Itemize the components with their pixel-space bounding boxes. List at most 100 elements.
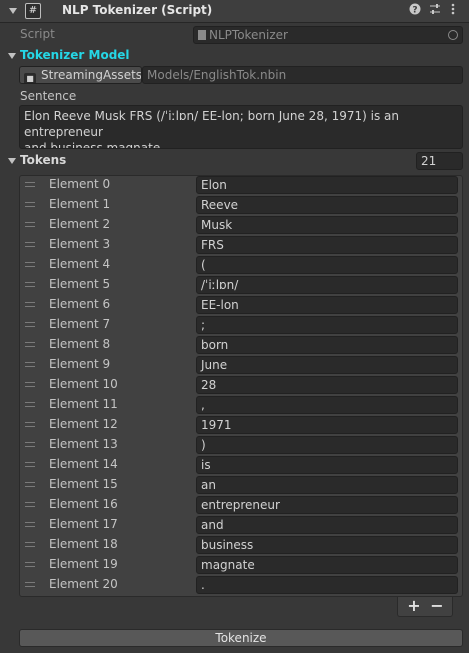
drag-handle-icon[interactable] (25, 402, 35, 407)
element-value-field[interactable]: Reeve (196, 196, 458, 214)
element-label: Element 7 (49, 317, 111, 331)
folder-button-label: StreamingAssets/ (41, 68, 142, 82)
element-label: Element 12 (49, 417, 118, 431)
tokenize-button[interactable]: Tokenize (19, 629, 463, 647)
settings-sliders-icon[interactable] (428, 3, 442, 17)
tokens-label: Tokens (20, 153, 67, 167)
token-row: Element 15 an (20, 475, 462, 495)
token-row: Element 6 EE-lon (20, 295, 462, 315)
drag-handle-icon[interactable] (25, 562, 35, 567)
element-value-field[interactable]: an (196, 476, 458, 494)
script-label: Script (20, 27, 55, 41)
element-value-field[interactable]: entrepreneur (196, 496, 458, 514)
element-value-field[interactable]: Musk (196, 216, 458, 234)
svg-text:?: ? (412, 6, 417, 16)
drag-handle-icon[interactable] (25, 502, 35, 507)
token-row: Element 10 28 (20, 375, 462, 395)
token-row: Element 11, (20, 395, 462, 415)
token-row: Element 13) (20, 435, 462, 455)
drag-handle-icon[interactable] (25, 382, 35, 387)
script-asset-icon (198, 30, 206, 40)
drag-handle-icon[interactable] (25, 262, 35, 267)
object-picker-icon[interactable] (448, 30, 458, 40)
more-menu-icon[interactable] (446, 3, 460, 17)
element-label: Element 4 (49, 257, 111, 271)
drag-handle-icon[interactable] (25, 222, 35, 227)
element-value-field[interactable]: . (196, 576, 458, 594)
drag-handle-icon[interactable] (25, 362, 35, 367)
element-label: Element 16 (49, 497, 118, 511)
model-path-field[interactable]: Models/EnglishTok.nbin (142, 66, 463, 84)
element-label: Element 18 (49, 537, 118, 551)
drag-handle-icon[interactable] (25, 242, 35, 247)
token-row: Element 2 Musk (20, 215, 462, 235)
folder-icon: ■ (24, 73, 36, 83)
add-element-button[interactable]: + (403, 596, 425, 615)
drag-handle-icon[interactable] (25, 522, 35, 527)
element-value-field[interactable]: Elon (196, 176, 458, 194)
element-label: Element 15 (49, 477, 118, 491)
element-value-field[interactable]: is (196, 456, 458, 474)
element-value-field[interactable]: /ˈiːlɒn/ (196, 276, 458, 294)
list-add-remove-footer: + − (397, 596, 453, 617)
element-value-field[interactable]: magnate (196, 556, 458, 574)
token-row: Element 17 and (20, 515, 462, 535)
drag-handle-icon[interactable] (25, 322, 35, 327)
token-row: Element 12 1971 (20, 415, 462, 435)
element-label: Element 10 (49, 377, 118, 391)
token-row: Element 8 born (20, 335, 462, 355)
drag-handle-icon[interactable] (25, 582, 35, 587)
element-label: Element 0 (49, 177, 111, 191)
foldout-arrow-icon[interactable] (9, 8, 17, 14)
element-label: Element 2 (49, 217, 111, 231)
element-value-field[interactable]: 28 (196, 376, 458, 394)
element-label: Element 13 (49, 437, 118, 451)
script-hash-icon: # (25, 3, 41, 19)
drag-handle-icon[interactable] (25, 182, 35, 187)
element-value-field[interactable]: born (196, 336, 458, 354)
element-value-field[interactable]: , (196, 396, 458, 414)
tokens-count-field[interactable]: 21 (416, 152, 463, 170)
token-row: Element 19 magnate (20, 555, 462, 575)
token-row: Element 18 business (20, 535, 462, 555)
token-row: Element 14 is (20, 455, 462, 475)
element-value-field[interactable]: FRS (196, 236, 458, 254)
element-value-field[interactable]: business (196, 536, 458, 554)
foldout-arrow-icon[interactable] (8, 53, 16, 59)
token-row: Element 4 ( (20, 255, 462, 275)
tokenizer-model-label: Tokenizer Model (20, 48, 130, 62)
drag-handle-icon[interactable] (25, 442, 35, 447)
element-value-field[interactable]: ) (196, 436, 458, 454)
sentence-textarea[interactable]: Elon Reeve Musk FRS (/ˈiːlɒn/ EE-lon; bo… (19, 105, 463, 149)
sentence-line-2: and business magnate. (24, 141, 165, 149)
element-value-field[interactable]: EE-lon (196, 296, 458, 314)
element-value-field[interactable]: ; (196, 316, 458, 334)
component-title: NLP Tokenizer (Script) (62, 3, 213, 17)
drag-handle-icon[interactable] (25, 202, 35, 207)
drag-handle-icon[interactable] (25, 462, 35, 467)
element-label: Element 14 (49, 457, 118, 471)
help-icon[interactable]: ? (408, 3, 422, 17)
foldout-arrow-icon[interactable] (8, 158, 16, 164)
element-label: Element 5 (49, 277, 111, 291)
remove-element-button[interactable]: − (426, 596, 448, 615)
component-header[interactable]: # NLP Tokenizer (Script) ? (0, 0, 469, 23)
drag-handle-icon[interactable] (25, 342, 35, 347)
element-value-field[interactable]: June (196, 356, 458, 374)
token-row: Element 1 Reeve (20, 195, 462, 215)
folder-button[interactable]: ■ StreamingAssets/ (19, 66, 142, 84)
script-field: NLPTokenizer (193, 26, 463, 44)
element-label: Element 8 (49, 337, 111, 351)
drag-handle-icon[interactable] (25, 302, 35, 307)
drag-handle-icon[interactable] (25, 422, 35, 427)
sentence-line-1: Elon Reeve Musk FRS (/ˈiːlɒn/ EE-lon; bo… (24, 109, 399, 139)
drag-handle-icon[interactable] (25, 282, 35, 287)
drag-handle-icon[interactable] (25, 482, 35, 487)
element-value-field[interactable]: 1971 (196, 416, 458, 434)
token-row: Element 9 June (20, 355, 462, 375)
element-value-field[interactable]: and (196, 516, 458, 534)
element-label: Element 1 (49, 197, 111, 211)
drag-handle-icon[interactable] (25, 542, 35, 547)
element-value-field[interactable]: ( (196, 256, 458, 274)
element-label: Element 11 (49, 397, 118, 411)
